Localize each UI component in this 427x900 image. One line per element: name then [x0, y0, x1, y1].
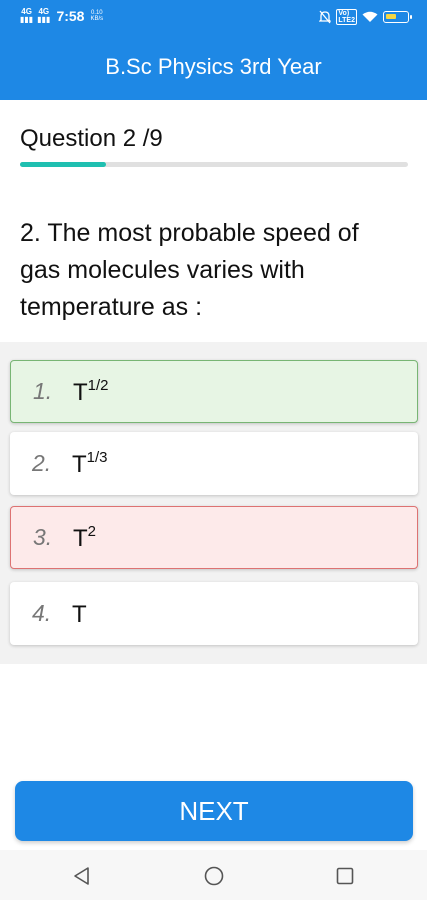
option-text: T2 [73, 522, 97, 552]
option-text: T [72, 600, 87, 628]
system-nav-bar [0, 850, 427, 900]
option-1[interactable]: 1. T1/2 [10, 360, 418, 423]
options-panel: 1. T1/2 2. T1/3 3. T2 4. T [0, 342, 427, 664]
page-title: B.Sc Physics 3rd Year [105, 54, 322, 79]
back-triangle-icon[interactable] [70, 864, 94, 888]
option-number: 4. [32, 600, 52, 626]
signal-icon-1: 4G ▮▮▮ [20, 7, 34, 24]
clock: 7:58 [56, 8, 85, 24]
question-counter: Question 2 /9 [20, 125, 163, 152]
network-speed: 0.10 KB/s [90, 10, 104, 22]
option-number: 3. [33, 524, 53, 550]
next-button[interactable]: NEXT [15, 781, 413, 841]
option-text: T1/3 [72, 448, 108, 478]
signal-icon-2: 4G ▮▮▮ [37, 7, 51, 24]
battery-icon [383, 11, 412, 23]
mute-icon [319, 10, 332, 24]
quiz-progress-fill [20, 162, 107, 167]
option-number: 1. [33, 378, 53, 404]
option-4[interactable]: 4. T [10, 582, 418, 645]
option-3[interactable]: 3. T2 [10, 506, 418, 569]
wifi-icon [362, 11, 378, 22]
option-text: T1/2 [73, 376, 109, 406]
quiz-progress-bar [20, 162, 408, 167]
home-circle-icon[interactable] [202, 864, 226, 888]
app-bar: 4G ▮▮▮ 4G ▮▮▮ 7:58 0.10 KB/s Vo) LTE2 B.Sc P… [0, 0, 427, 100]
option-number: 2. [32, 450, 52, 476]
recent-square-icon[interactable] [333, 864, 357, 888]
option-2[interactable]: 2. T1/3 [10, 432, 418, 495]
status-bar: 4G ▮▮▮ 4G ▮▮▮ 7:58 0.10 KB/s Vo) LTE2 [0, 0, 427, 34]
volte-icon: Vo) LTE2 [336, 9, 357, 25]
question-text: 2. The most probable speed of gas molecu… [20, 219, 359, 321]
